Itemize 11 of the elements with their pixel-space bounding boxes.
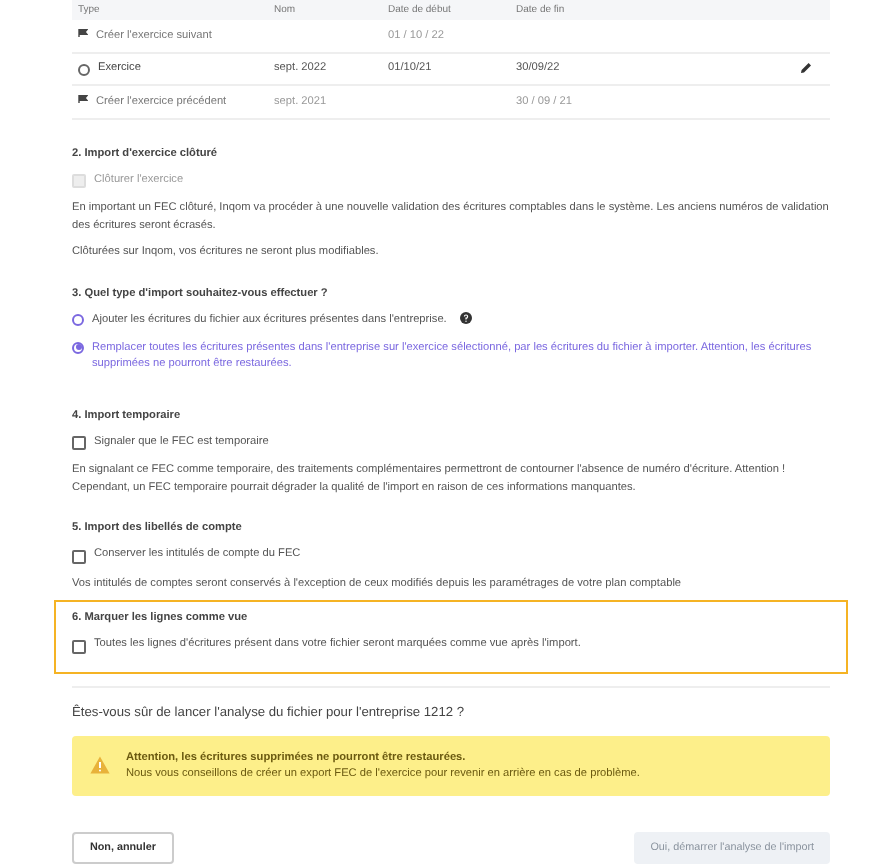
radio-button[interactable] xyxy=(72,313,84,325)
radio-button[interactable] xyxy=(78,63,90,76)
radio-button[interactable] xyxy=(72,341,84,353)
checkbox[interactable] xyxy=(72,549,86,563)
help-icon[interactable] xyxy=(460,311,473,323)
warning-icon xyxy=(90,756,110,774)
checkbox[interactable] xyxy=(72,639,86,653)
flag-icon xyxy=(78,28,88,39)
flag-icon xyxy=(78,94,88,105)
checkbox[interactable] xyxy=(72,436,86,450)
edit-icon[interactable] xyxy=(800,62,812,75)
